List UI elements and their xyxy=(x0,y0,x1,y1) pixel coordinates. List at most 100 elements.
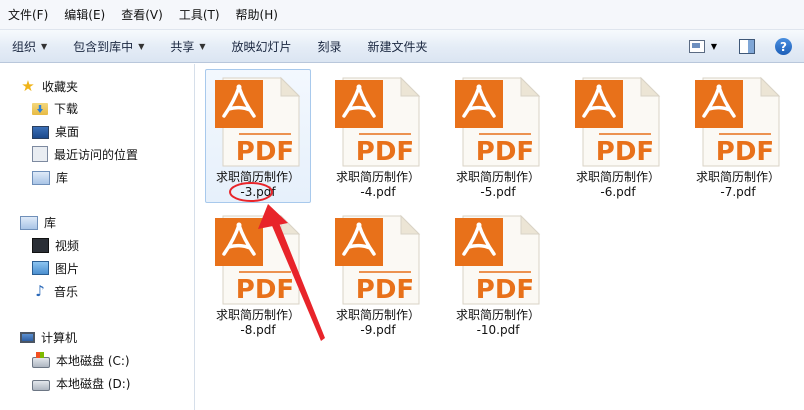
help-icon[interactable]: ? xyxy=(775,38,792,55)
recent-places-icon xyxy=(32,146,48,162)
nav-item-label: 图片 xyxy=(55,261,80,276)
nav-item-recent-places[interactable]: 最近访问的位置 xyxy=(32,144,138,164)
file-name-line2: -6.pdf xyxy=(600,185,636,199)
nav-item-library-fav[interactable]: 库 xyxy=(32,167,68,187)
file-name-line1: 求职简历制作） xyxy=(335,308,420,322)
nav-item-videos[interactable]: 视频 xyxy=(32,235,79,255)
library-icon xyxy=(32,171,50,185)
picture-icon xyxy=(32,261,49,275)
file-name-line2: -4.pdf xyxy=(360,185,396,199)
pdf-icon-text: PDF xyxy=(716,137,774,167)
video-icon xyxy=(32,237,49,253)
file-name: 求职简历制作） -10.pdf xyxy=(446,308,550,338)
file-name: 求职简历制作） -7.pdf xyxy=(686,170,790,200)
include-in-library-button[interactable]: 包含到库中 ▼ xyxy=(73,38,144,55)
change-view-icon[interactable] xyxy=(688,40,705,53)
pdf-file-icon: PDF xyxy=(455,214,541,305)
file-name-line1: 求职简历制作） xyxy=(455,170,540,184)
file-name: 求职简历制作） -6.pdf xyxy=(566,170,670,200)
nav-computer-label: 计算机 xyxy=(41,330,78,345)
file-name-line1: 求职简历制作） xyxy=(215,170,300,184)
pdf-icon-text: PDF xyxy=(356,137,414,167)
file-name-line2: -9.pdf xyxy=(360,323,396,337)
nav-item-label: 音乐 xyxy=(54,284,79,299)
nav-item-label: 桌面 xyxy=(55,124,80,139)
pdf-file-icon: PDF xyxy=(215,214,301,305)
file-item[interactable]: PDF 求职简历制作） -3.pdf xyxy=(205,69,311,203)
menu-edit[interactable]: 编辑(E) xyxy=(64,6,105,23)
file-item[interactable]: PDF 求职简历制作） -4.pdf xyxy=(325,69,431,203)
chevron-down-icon: ▼ xyxy=(199,41,206,51)
file-name-line1: 求职简历制作） xyxy=(455,308,540,322)
pdf-file-icon: PDF xyxy=(215,76,301,167)
file-item[interactable]: PDF 求职简历制作） -9.pdf xyxy=(325,207,431,341)
file-name-line2: -7.pdf xyxy=(720,185,756,199)
file-item[interactable]: PDF 求职简历制作） -6.pdf xyxy=(565,69,671,203)
menu-help[interactable]: 帮助(H) xyxy=(236,6,278,23)
nav-favorites[interactable]: ★ 收藏夹 xyxy=(20,76,78,96)
command-bar: 组织 ▼ 包含到库中 ▼ 共享 ▼ 放映幻灯片 刻录 新建文件夹 ▼ ? xyxy=(0,30,804,63)
star-icon: ★ xyxy=(21,77,35,95)
pdf-file-icon: PDF xyxy=(695,76,781,167)
file-name-line2: -8.pdf xyxy=(240,323,276,337)
preview-pane-icon[interactable] xyxy=(739,39,755,54)
file-name: 求职简历制作） -8.pdf xyxy=(206,308,310,338)
pdf-file-icon: PDF xyxy=(575,76,661,167)
nav-item-desktop[interactable]: 桌面 xyxy=(32,121,79,141)
pdf-file-icon: PDF xyxy=(335,76,421,167)
menu-file[interactable]: 文件(F) xyxy=(8,6,48,23)
file-name: 求职简历制作） -4.pdf xyxy=(326,170,430,200)
library-icon xyxy=(20,216,38,230)
menu-view[interactable]: 查看(V) xyxy=(121,6,163,23)
file-name-line2: -5.pdf xyxy=(480,185,516,199)
menu-tools[interactable]: 工具(T) xyxy=(179,6,220,23)
nav-item-drive-c[interactable]: 本地磁盘 (C:) xyxy=(32,350,130,370)
pdf-icon-text: PDF xyxy=(476,137,534,167)
nav-item-drive-d[interactable]: 本地磁盘 (D:) xyxy=(32,373,130,393)
organize-button[interactable]: 组织 ▼ xyxy=(12,38,47,55)
file-name: 求职简历制作） -5.pdf xyxy=(446,170,550,200)
pdf-icon-text: PDF xyxy=(236,275,294,305)
file-name-line1: 求职简历制作） xyxy=(575,170,660,184)
chevron-down-icon: ▼ xyxy=(138,41,145,51)
nav-item-downloads[interactable]: 下载 xyxy=(32,98,78,118)
share-button[interactable]: 共享 ▼ xyxy=(170,38,205,55)
new-folder-label: 新建文件夹 xyxy=(367,39,428,54)
file-name-line2: -10.pdf xyxy=(476,323,520,337)
nav-item-label: 下载 xyxy=(54,101,79,116)
chevron-down-icon[interactable]: ▼ xyxy=(711,42,717,51)
file-item[interactable]: PDF 求职简历制作） -8.pdf xyxy=(205,207,311,341)
chevron-down-icon: ▼ xyxy=(41,41,48,51)
file-name-line1: 求职简历制作） xyxy=(335,170,420,184)
burn-label: 刻录 xyxy=(317,39,342,54)
organize-label: 组织 xyxy=(12,39,37,54)
file-item[interactable]: PDF 求职简历制作） -7.pdf xyxy=(685,69,791,203)
file-name-line1: 求职简历制作） xyxy=(215,308,300,322)
computer-icon xyxy=(20,332,35,343)
pdf-icon-text: PDF xyxy=(356,275,414,305)
file-item[interactable]: PDF 求职简历制作） -10.pdf xyxy=(445,207,551,341)
music-note-icon: ♪ xyxy=(35,282,45,300)
new-folder-button[interactable]: 新建文件夹 xyxy=(368,38,428,55)
pdf-file-icon: PDF xyxy=(335,214,421,305)
file-name: 求职简历制作） -3.pdf xyxy=(206,170,310,200)
nav-item-music[interactable]: ♪ 音乐 xyxy=(32,281,78,301)
drive-icon xyxy=(32,379,50,391)
nav-item-label: 最近访问的位置 xyxy=(54,147,139,162)
pdf-file-icon: PDF xyxy=(455,76,541,167)
file-item[interactable]: PDF 求职简历制作） -5.pdf xyxy=(445,69,551,203)
share-label: 共享 xyxy=(170,39,195,54)
slideshow-button[interactable]: 放映幻灯片 xyxy=(232,38,292,55)
nav-computer[interactable]: 计算机 xyxy=(20,327,77,347)
desktop-icon xyxy=(32,125,49,139)
nav-item-label: 库 xyxy=(56,170,69,185)
burn-button[interactable]: 刻录 xyxy=(318,38,342,55)
pdf-icon-text: PDF xyxy=(476,275,534,305)
nav-favorites-label: 收藏夹 xyxy=(42,79,79,94)
file-name-line2: -3.pdf xyxy=(240,185,276,199)
nav-item-pictures[interactable]: 图片 xyxy=(32,258,79,278)
nav-item-label: 本地磁盘 (C:) xyxy=(56,353,130,368)
nav-item-label: 本地磁盘 (D:) xyxy=(56,376,131,391)
file-name: 求职简历制作） -9.pdf xyxy=(326,308,430,338)
nav-libraries[interactable]: 库 xyxy=(20,212,56,232)
